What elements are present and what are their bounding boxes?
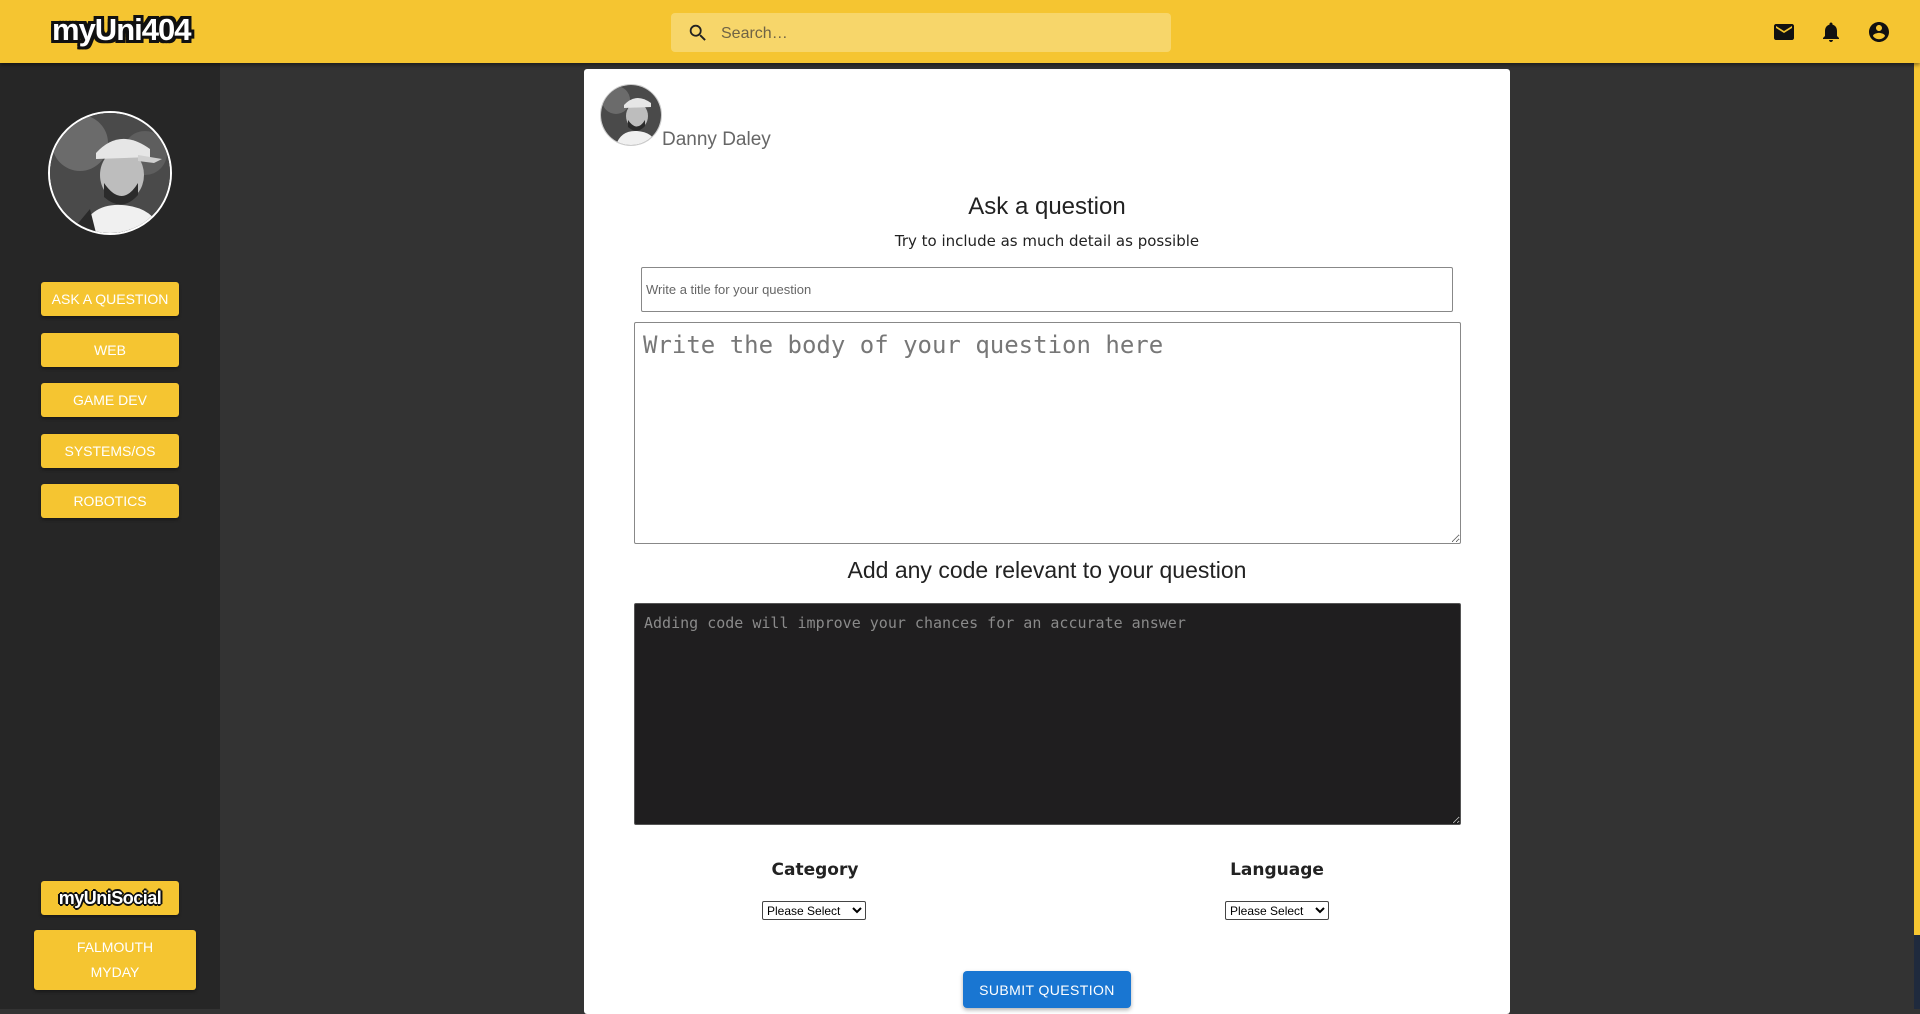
category-label: Category <box>771 860 859 880</box>
site-logo[interactable]: myUni404 <box>52 12 191 48</box>
code-heading: Add any code relevant to your question <box>847 557 1247 583</box>
account-circle-icon[interactable] <box>1867 20 1891 44</box>
scrollbar-track[interactable] <box>1914 63 1920 1009</box>
mail-icon[interactable] <box>1772 20 1796 44</box>
form-subheading: Try to include as much detail as possibl… <box>894 232 1200 250</box>
author-avatar <box>600 84 662 146</box>
language-select[interactable]: Please Select <box>1225 901 1329 920</box>
question-form-card: Danny Daley Ask a question Try to includ… <box>584 69 1510 1014</box>
nav-robotics-button[interactable]: Robotics <box>41 484 179 518</box>
myday-label: MyDay <box>90 964 140 980</box>
scrollbar-thumb[interactable] <box>1914 935 1920 1009</box>
myunisocial-button[interactable]: myUniSocial <box>41 881 179 915</box>
code-editor-textarea[interactable] <box>634 603 1461 825</box>
falmouth-label: Falmouth <box>76 939 154 955</box>
search-icon <box>689 24 706 41</box>
nav-web-button[interactable]: Web <box>41 333 179 367</box>
category-select[interactable]: Please Select <box>762 901 866 920</box>
user-photo <box>50 113 170 233</box>
falmouth-myday-button[interactable]: Falmouth MyDay <box>34 930 196 990</box>
language-label: Language <box>1230 860 1324 880</box>
search-box[interactable] <box>671 13 1171 54</box>
search-input[interactable] <box>719 13 1163 54</box>
question-body-textarea[interactable] <box>634 322 1461 544</box>
user-avatar[interactable] <box>48 111 172 235</box>
sidebar: Ask a question Web Game Dev Systems/OS R… <box>0 63 220 1009</box>
submit-question-button[interactable]: Submit Question <box>963 971 1131 1008</box>
nav-ask-question-button[interactable]: Ask a question <box>41 282 179 316</box>
author-name: Danny Daley <box>662 129 771 150</box>
nav-systems-os-button[interactable]: Systems/OS <box>41 434 179 468</box>
author-photo <box>601 85 661 145</box>
myunisocial-logo: myUniSocial <box>58 887 162 908</box>
top-app-bar: myUni404 <box>0 0 1920 63</box>
nav-game-dev-button[interactable]: Game Dev <box>41 383 179 417</box>
question-title-input[interactable] <box>641 267 1453 312</box>
form-heading: Ask a question <box>968 193 1126 220</box>
bell-icon[interactable] <box>1819 20 1843 44</box>
